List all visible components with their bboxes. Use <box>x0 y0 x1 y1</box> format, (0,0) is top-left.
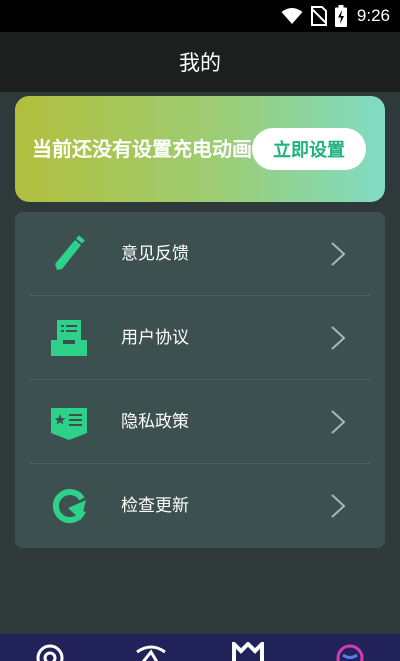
set-now-button[interactable]: 立即设置 <box>252 128 366 170</box>
profile-icon[interactable] <box>334 642 366 661</box>
menu-item-label: 用户协议 <box>121 328 189 348</box>
charging-animation-banner: 当前还没有设置充电动画 立即设置 <box>15 96 385 202</box>
privacy-card-icon <box>51 408 87 440</box>
page-title: 我的 <box>179 51 221 75</box>
battery-charging-icon <box>334 5 347 27</box>
status-bar: 9:26 <box>0 0 400 32</box>
menu-item-label: 检查更新 <box>121 496 189 516</box>
chevron-right-icon <box>331 410 346 434</box>
menu-item-label: 隐私政策 <box>121 412 189 432</box>
pencil-icon <box>55 235 85 270</box>
app-header: 我的 <box>0 32 400 92</box>
status-time: 9:26 <box>356 6 390 25</box>
chevron-right-icon <box>331 242 346 266</box>
menu-item-privacy-policy[interactable]: 隐私政策 <box>15 380 385 464</box>
crown-icon[interactable] <box>232 642 264 661</box>
bottom-nav <box>0 634 400 661</box>
no-sim-icon <box>310 6 327 26</box>
document-tray-icon <box>51 320 87 356</box>
target-icon[interactable] <box>34 642 66 661</box>
banner-text: 当前还没有设置充电动画 <box>32 137 252 161</box>
wifi-icon <box>281 8 303 24</box>
menu-item-check-update[interactable]: 检查更新 <box>15 464 385 548</box>
animation-icon[interactable] <box>135 642 167 661</box>
chevron-right-icon <box>331 326 346 350</box>
menu-card: 意见反馈 用户协议 隐私政策 检查更新 <box>15 212 385 548</box>
menu-item-user-agreement[interactable]: 用户协议 <box>15 296 385 380</box>
menu-item-feedback[interactable]: 意见反馈 <box>15 212 385 296</box>
chevron-right-icon <box>331 494 346 518</box>
refresh-icon <box>52 489 86 523</box>
menu-item-label: 意见反馈 <box>121 244 189 264</box>
status-icons: 9:26 <box>281 4 390 28</box>
